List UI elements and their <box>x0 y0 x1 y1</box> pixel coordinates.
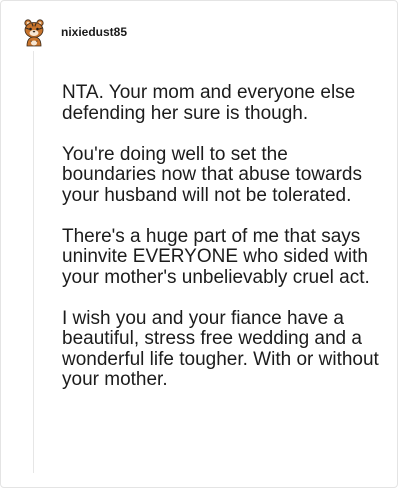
comment-body: NTA. Your mom and everyone else defendin… <box>62 82 382 411</box>
username-link[interactable]: nixiedust85 <box>61 25 127 39</box>
comment-paragraph: You're doing well to set the boundaries … <box>62 143 362 206</box>
comment-paragraph: There's a huge part of me that says unin… <box>62 225 370 288</box>
comment-paragraph: NTA. Your mom and everyone else defendin… <box>62 82 356 124</box>
comment-card: nixiedust85 NTA. Your mom and everyone e… <box>0 0 398 488</box>
avatar-icon[interactable] <box>19 17 49 47</box>
comment-paragraph: I wish you and your fiance have a beauti… <box>62 307 379 390</box>
comment-header: nixiedust85 <box>19 16 127 48</box>
thread-line[interactable] <box>33 51 34 473</box>
